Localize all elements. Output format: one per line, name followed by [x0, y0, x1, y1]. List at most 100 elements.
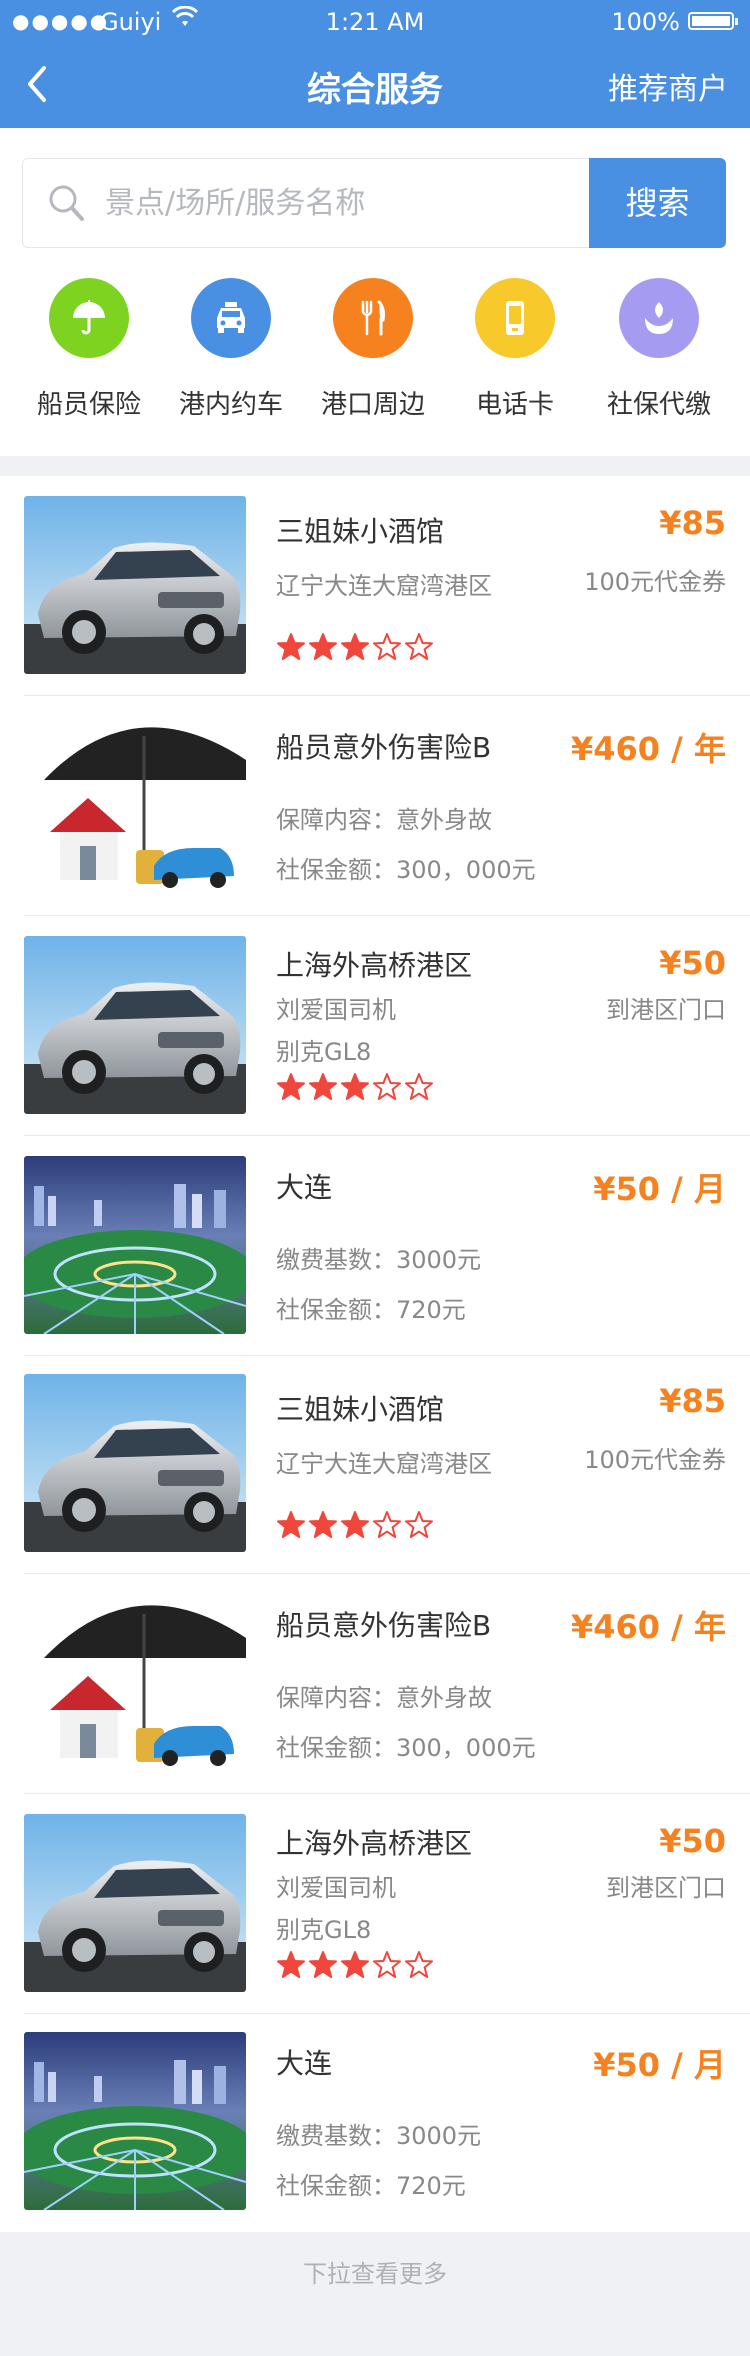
phone-card-icon — [475, 278, 555, 358]
car-thumbnail — [24, 1814, 246, 1992]
star-empty-icon — [373, 1511, 401, 1538]
item-destination: 到港区门口 — [606, 996, 726, 1024]
category-label: 电话卡 — [475, 390, 554, 420]
insurance-thumbnail — [24, 716, 246, 894]
status-bar: ●●●●● Guiyi 1:21 AM 100% — [0, 0, 750, 40]
item-title: 大连 — [276, 1171, 333, 1204]
app-header: ●●●●● Guiyi 1:21 AM 100% 综合服务 推荐商户 — [0, 0, 750, 128]
star-rating — [276, 1072, 436, 1102]
star-empty-icon — [405, 1951, 433, 1978]
item-voucher: 100元代金券 — [584, 568, 726, 596]
search-icon — [49, 185, 84, 221]
item-price: ¥85 — [659, 1382, 726, 1420]
list-item[interactable]: 上海外高桥港区 ¥50 刘爱国司机 到港区门口 别克GL8 — [0, 1794, 750, 2014]
top-panel: 搜索 船员保险 港内约车 港口周边 电话卡 社保代缴 — [0, 128, 750, 456]
item-coverage: 保障内容：意外身故 — [276, 806, 492, 834]
item-coverage: 保障内容：意外身故 — [276, 1684, 492, 1712]
star-filled-icon — [309, 1951, 337, 1978]
recommend-merchant-button[interactable]: 推荐商户 — [608, 64, 728, 108]
car-thumbnail — [24, 496, 246, 674]
star-rating — [276, 1950, 436, 1980]
star-filled-icon — [277, 1511, 305, 1538]
star-rating — [276, 632, 436, 662]
star-empty-icon — [405, 633, 433, 660]
list-item[interactable]: 三姐妹小酒馆 ¥85 辽宁大连大窟湾港区 100元代金券 — [0, 476, 750, 696]
item-address: 辽宁大连大窟湾港区 — [276, 1450, 492, 1478]
list-item[interactable]: 上海外高桥港区 ¥50 刘爱国司机 到港区门口 别克GL8 — [0, 916, 750, 1136]
item-title: 上海外高桥港区 — [276, 1827, 473, 1860]
insurance-thumbnail — [24, 1594, 246, 1772]
star-filled-icon — [341, 1951, 369, 1978]
item-driver: 刘爱国司机 — [276, 996, 396, 1024]
list-item[interactable]: 船员意外伤害险B ¥460 / 年 保障内容：意外身故 社保金额：300，000… — [0, 1574, 750, 1794]
item-vehicle: 别克GL8 — [276, 1038, 372, 1066]
star-filled-icon — [277, 1073, 305, 1100]
star-filled-icon — [309, 633, 337, 660]
item-title: 三姐妹小酒馆 — [276, 1393, 445, 1426]
list-item[interactable]: 大连 ¥50 / 月 缴费基数：3000元 社保金额：720元 — [0, 2012, 750, 2232]
item-base: 缴费基数：3000元 — [276, 2122, 482, 2150]
item-price: ¥85 — [659, 504, 726, 542]
star-filled-icon — [277, 1951, 305, 1978]
category-port-nearby[interactable]: 港口周边 — [308, 278, 438, 421]
category-label: 港内约车 — [178, 390, 283, 420]
item-title: 船员意外伤害险B — [276, 1609, 492, 1642]
social-insurance-icon — [619, 278, 699, 358]
star-filled-icon — [309, 1073, 337, 1100]
taxi-icon — [191, 278, 271, 358]
car-thumbnail — [24, 1374, 246, 1552]
star-empty-icon — [405, 1511, 433, 1538]
battery-icon — [688, 12, 738, 30]
item-price: ¥50 — [659, 1822, 726, 1860]
item-address: 辽宁大连大窟湾港区 — [276, 572, 492, 600]
car-thumbnail — [24, 936, 246, 1114]
item-base: 缴费基数：3000元 — [276, 1246, 482, 1274]
item-title: 船员意外伤害险B — [276, 731, 492, 764]
category-phone-card[interactable]: 电话卡 — [450, 278, 580, 421]
category-label: 港口周边 — [320, 390, 425, 420]
search-box — [22, 158, 590, 248]
load-more-hint[interactable]: 下拉查看更多 — [0, 2232, 750, 2356]
star-filled-icon — [309, 1511, 337, 1538]
battery-percent: 100% — [611, 8, 680, 36]
star-rating — [276, 1510, 436, 1540]
list-item[interactable]: 大连 ¥50 / 月 缴费基数：3000元 社保金额：720元 — [0, 1136, 750, 1356]
category-social-insurance[interactable]: 社保代缴 — [594, 278, 724, 421]
list-item[interactable]: 船员意外伤害险B ¥460 / 年 保障内容：意外身故 社保金额：300，000… — [0, 696, 750, 916]
city-thumbnail — [24, 1156, 246, 1334]
star-empty-icon — [405, 1073, 433, 1100]
item-voucher: 100元代金券 — [584, 1446, 726, 1474]
item-amount: 社保金额：300，000元 — [276, 856, 536, 884]
search-button[interactable]: 搜索 — [589, 158, 726, 248]
item-vehicle: 别克GL8 — [276, 1916, 372, 1944]
item-title: 上海外高桥港区 — [276, 949, 473, 982]
star-filled-icon — [277, 633, 305, 660]
item-price: ¥50 / 月 — [593, 1170, 726, 1208]
star-filled-icon — [341, 1073, 369, 1100]
item-amount: 社保金额：300，000元 — [276, 1734, 536, 1762]
star-empty-icon — [373, 1951, 401, 1978]
item-driver: 刘爱国司机 — [276, 1874, 396, 1902]
item-price: ¥50 — [659, 944, 726, 982]
star-filled-icon — [341, 1511, 369, 1538]
item-amount: 社保金额：720元 — [276, 1296, 466, 1324]
category-port-taxi[interactable]: 港内约车 — [166, 278, 296, 421]
category-label: 社保代缴 — [606, 390, 711, 420]
item-title: 大连 — [276, 2047, 333, 2080]
search-input[interactable] — [105, 179, 575, 227]
category-crew-insurance[interactable]: 船员保险 — [24, 278, 154, 421]
item-price: ¥460 / 年 — [570, 730, 726, 768]
list-item[interactable]: 三姐妹小酒馆 ¥85 辽宁大连大窟湾港区 100元代金券 — [0, 1354, 750, 1574]
item-title: 三姐妹小酒馆 — [276, 515, 445, 548]
star-empty-icon — [373, 633, 401, 660]
item-price: ¥50 / 月 — [593, 2046, 726, 2084]
city-thumbnail — [24, 2032, 246, 2210]
star-empty-icon — [373, 1073, 401, 1100]
item-amount: 社保金额：720元 — [276, 2172, 466, 2200]
star-filled-icon — [341, 633, 369, 660]
category-label: 船员保险 — [36, 390, 141, 420]
service-list: 三姐妹小酒馆 ¥85 辽宁大连大窟湾港区 100元代金券 船员意外伤害险B ¥4… — [0, 476, 750, 2232]
fork-knife-icon — [333, 278, 413, 358]
item-price: ¥460 / 年 — [570, 1608, 726, 1646]
item-destination: 到港区门口 — [606, 1874, 726, 1902]
